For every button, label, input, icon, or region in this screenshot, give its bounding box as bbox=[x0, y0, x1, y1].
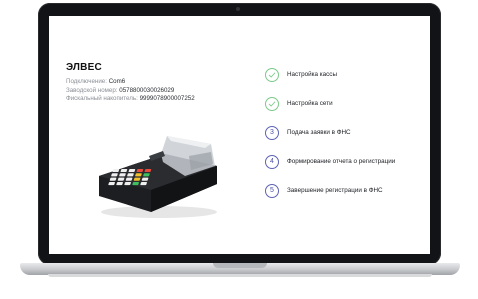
cash-register-image bbox=[99, 136, 217, 218]
step-network-setup: Настройка сети bbox=[265, 89, 425, 118]
laptop-bottom bbox=[48, 274, 432, 277]
connection-value: Com6 bbox=[108, 78, 126, 85]
step-done-badge bbox=[265, 67, 279, 82]
device-info: Подключение: Com6 Заводской номер: 05788… bbox=[66, 78, 195, 104]
check-icon bbox=[268, 101, 276, 106]
lid-notch bbox=[213, 263, 267, 268]
fn-value: 9999078900007252 bbox=[139, 95, 195, 103]
laptop-lid: ЭЛВЕС Подключение: Com6 Заводской номер:… bbox=[38, 3, 441, 265]
device-panel: ЭЛВЕС Подключение: Com6 Заводской номер:… bbox=[49, 16, 239, 254]
step-cash-setup: Настройка кассы bbox=[265, 60, 425, 89]
serial-row: Заводской номер: 0578800030026029 bbox=[66, 87, 195, 96]
connection-label: Подключение: bbox=[66, 78, 107, 85]
step-label: Подача заявки в ФНС bbox=[287, 129, 351, 136]
device-title: ЭЛВЕС bbox=[66, 62, 102, 73]
step-label: Формирование отчета о регистрации bbox=[287, 158, 396, 165]
step-number-badge: 3 bbox=[265, 125, 279, 140]
step-label: Настройка кассы bbox=[287, 71, 337, 78]
step-number-badge: 4 bbox=[265, 154, 279, 169]
connection-row: Подключение: Com6 bbox=[66, 78, 195, 87]
step-registration-report: 4 Формирование отчета о регистрации bbox=[265, 147, 425, 176]
step-fns-application: 3 Подача заявки в ФНС bbox=[265, 118, 425, 147]
step-label: Настройка сети bbox=[287, 100, 333, 107]
serial-value: 0578800030026029 bbox=[119, 86, 175, 94]
laptop-screen: ЭЛВЕС Подключение: Com6 Заводской номер:… bbox=[49, 16, 430, 254]
step-label: Завершение регистрации в ФНС bbox=[287, 187, 383, 194]
step-number-badge: 5 bbox=[265, 183, 279, 198]
step-done-badge bbox=[265, 96, 279, 111]
fn-label: Фискальный накопитель: bbox=[66, 95, 138, 103]
serial-label: Заводской номер: bbox=[66, 86, 118, 94]
fn-row: Фискальный накопитель: 9999078900007252 bbox=[66, 95, 195, 104]
webcam bbox=[236, 7, 240, 11]
registration-steps: Настройка кассы Настройка сети 3 Подача … bbox=[265, 60, 425, 205]
check-icon bbox=[268, 72, 276, 77]
step-fns-completion: 5 Завершение регистрации в ФНС bbox=[265, 176, 425, 205]
